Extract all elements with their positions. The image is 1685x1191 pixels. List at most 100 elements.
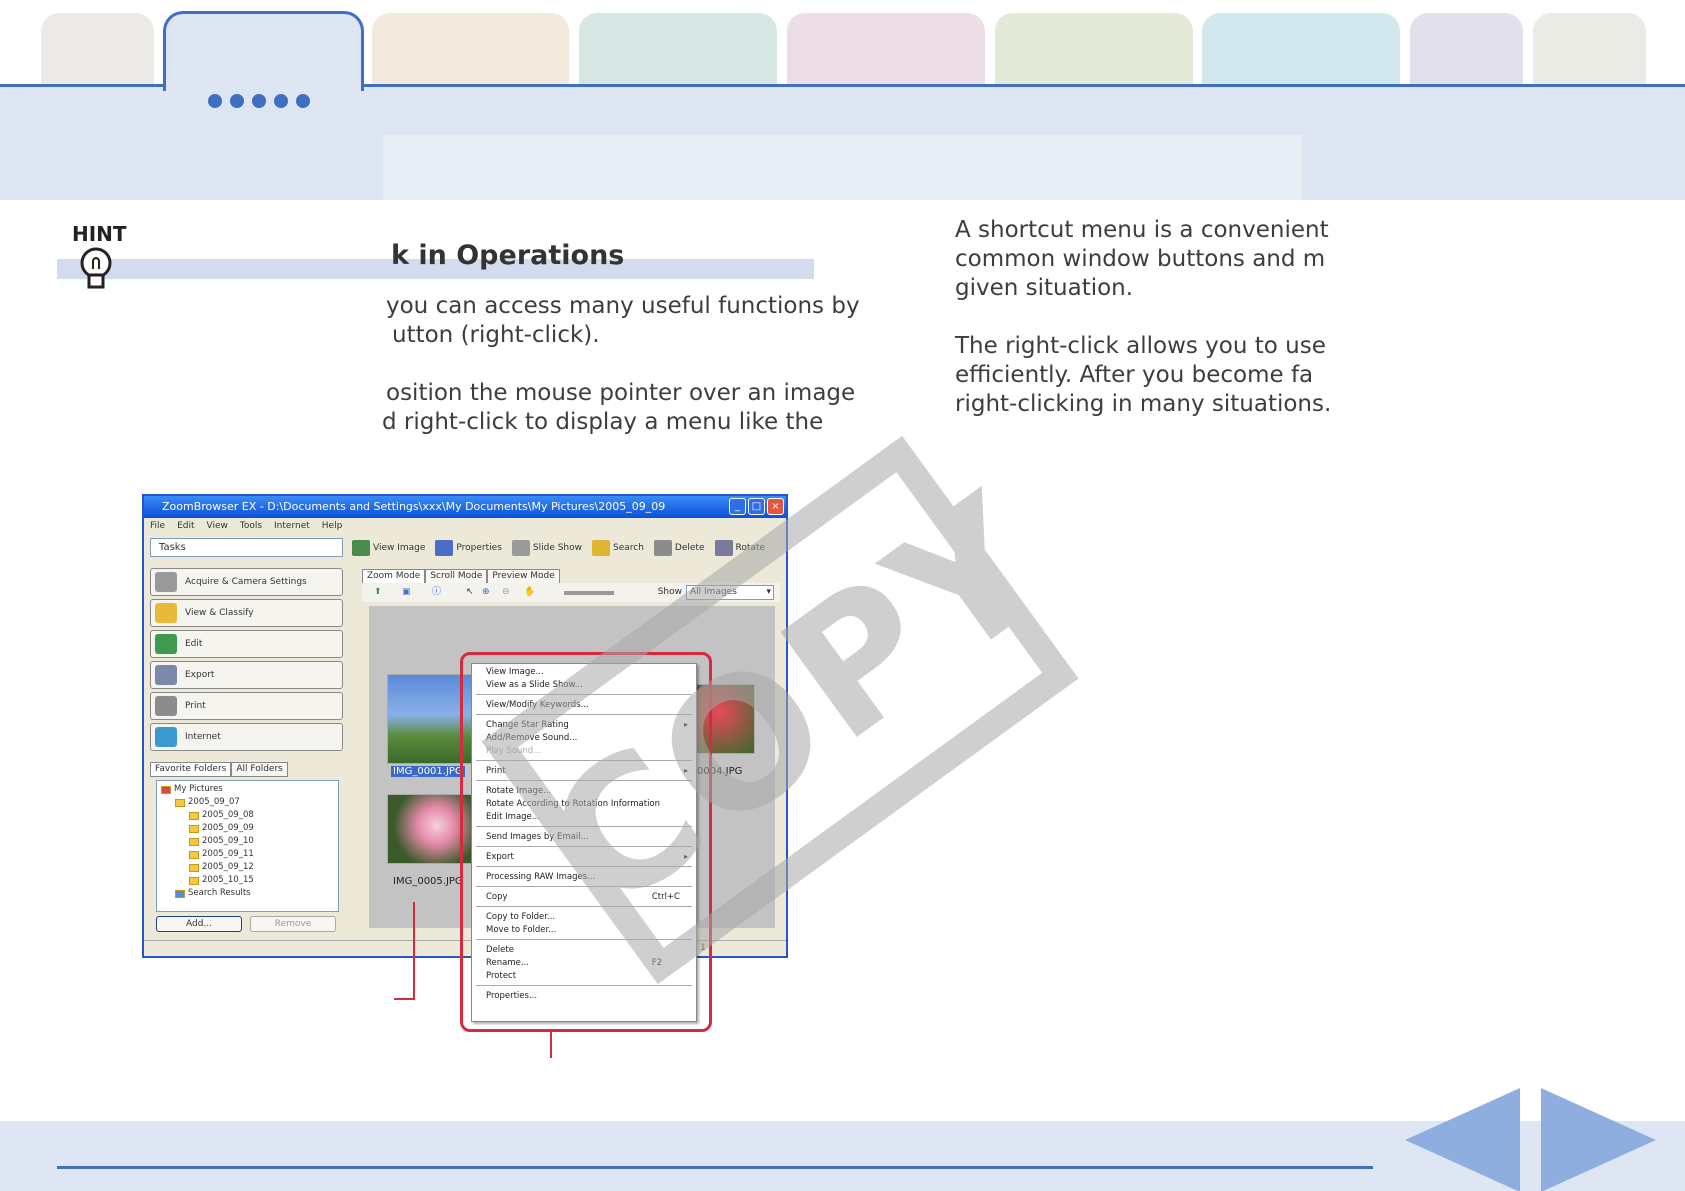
trash-icon xyxy=(653,539,672,556)
tree-item[interactable]: 2005_09_10 xyxy=(161,835,334,848)
export-icon xyxy=(155,665,177,685)
tree-label: 2005_10_15 xyxy=(202,875,254,885)
callout-line xyxy=(413,902,415,1000)
task-internet-button[interactable]: Internet xyxy=(150,723,343,751)
menu-tools[interactable]: Tools xyxy=(240,518,262,534)
previous-page-icon[interactable] xyxy=(1405,1088,1520,1191)
tree-label: 2005_09_09 xyxy=(202,823,254,833)
mode-tabs: Zoom Mode Scroll Mode Preview Mode xyxy=(362,569,560,584)
task-label: View & Classify xyxy=(185,608,254,618)
slide-show-button[interactable]: Slide Show xyxy=(511,536,582,560)
hint-label: HINT xyxy=(72,222,127,246)
tree-item[interactable]: 2005_09_07 xyxy=(161,796,334,809)
maximize-icon[interactable]: □ xyxy=(748,498,765,515)
remove-folder-button[interactable]: Remove xyxy=(250,916,336,932)
menu-edit[interactable]: Edit xyxy=(177,518,194,534)
close-icon[interactable]: × xyxy=(767,498,784,515)
title-area xyxy=(383,135,1302,200)
select-icon[interactable]: ▣ xyxy=(402,583,411,602)
task-label: Export xyxy=(185,670,215,680)
chapter-tab-bar xyxy=(0,0,1685,200)
add-folder-button[interactable]: Add... xyxy=(156,916,242,932)
search-button[interactable]: Search xyxy=(592,536,644,560)
chapter-tab-4[interactable] xyxy=(579,13,777,85)
toolbar-label: View Image xyxy=(373,543,426,553)
task-view-classify-button[interactable]: View & Classify xyxy=(150,599,343,627)
folder-icon xyxy=(175,798,185,807)
chapter-tab-5[interactable] xyxy=(787,13,985,85)
tab-all-folders[interactable]: All Folders xyxy=(231,762,288,777)
callout-line xyxy=(550,1032,552,1058)
properties-button[interactable]: Properties xyxy=(435,536,502,560)
folder-tabs: Favorite Folders All Folders xyxy=(150,762,288,777)
tree-item[interactable]: 2005_10_15 xyxy=(161,874,334,887)
task-print-button[interactable]: Print xyxy=(150,692,343,720)
zoom-slider[interactable] xyxy=(564,591,614,595)
tree-label: 2005_09_10 xyxy=(202,836,254,846)
camera-icon xyxy=(155,572,177,592)
chapter-tab-9[interactable] xyxy=(1533,13,1646,85)
task-export-button[interactable]: Export xyxy=(150,661,343,689)
zoom-in-icon[interactable]: ⊕ xyxy=(482,583,490,602)
tree-item[interactable]: My Pictures xyxy=(161,783,334,796)
tab-scroll-mode[interactable]: Scroll Mode xyxy=(425,569,488,584)
tree-label: 2005_09_08 xyxy=(202,810,254,820)
zoom-out-icon[interactable]: ⊖ xyxy=(502,583,510,602)
body-text-line: you can access many useful functions by xyxy=(386,293,860,319)
delete-button[interactable]: Delete xyxy=(653,536,705,560)
footer-line xyxy=(57,1166,1373,1169)
toolbar-label: Slide Show xyxy=(532,543,582,553)
tasks-selector[interactable]: Tasks xyxy=(150,538,343,557)
search-icon xyxy=(175,889,185,898)
folder-tree: My Pictures 2005_09_07 2005_09_08 2005_0… xyxy=(156,780,339,912)
main-toolbar: View Image Properties Slide Show Search … xyxy=(352,536,765,560)
chapter-tab-7[interactable] xyxy=(1202,13,1400,85)
up-arrow-icon[interactable]: ⬆ xyxy=(374,583,382,602)
chapter-tab-6[interactable] xyxy=(995,13,1193,85)
tree-label: My Pictures xyxy=(174,784,223,794)
chapter-tab-1[interactable] xyxy=(41,13,154,85)
hand-icon[interactable]: ✋ xyxy=(524,583,535,602)
pointer-icon[interactable]: ↖ xyxy=(466,583,474,602)
tree-item[interactable]: 2005_09_12 xyxy=(161,861,334,874)
page-dots xyxy=(208,94,310,108)
chapter-tab-active[interactable] xyxy=(163,11,364,91)
menu-view[interactable]: View xyxy=(207,518,228,534)
slideshow-icon xyxy=(511,539,530,556)
tree-item[interactable]: 2005_09_11 xyxy=(161,848,334,861)
tree-label: 2005_09_11 xyxy=(202,849,254,859)
folder-icon xyxy=(189,824,199,833)
tree-item[interactable]: 2005_09_08 xyxy=(161,809,334,822)
tab-zoom-mode[interactable]: Zoom Mode xyxy=(362,569,426,584)
search-icon xyxy=(592,539,610,556)
tree-item[interactable]: Search Results xyxy=(161,887,334,900)
toolbar-label: Delete xyxy=(674,543,705,553)
tree-label: Search Results xyxy=(188,888,251,898)
task-label: Acquire & Camera Settings xyxy=(185,577,307,587)
chapter-tab-3[interactable] xyxy=(372,13,569,85)
menu-help[interactable]: Help xyxy=(322,518,343,534)
minimize-icon[interactable]: _ xyxy=(729,498,746,515)
task-edit-button[interactable]: Edit xyxy=(150,630,343,658)
body-text-line: utton (right-click). xyxy=(392,322,600,348)
tab-preview-mode[interactable]: Preview Mode xyxy=(487,569,560,584)
globe-icon xyxy=(155,727,177,747)
info-icon[interactable]: ⓘ xyxy=(432,583,441,602)
body-text-line: efficiently. After you become fa xyxy=(955,362,1314,388)
next-page-icon[interactable] xyxy=(1541,1088,1656,1191)
folder-icon xyxy=(189,850,199,859)
menu-internet[interactable]: Internet xyxy=(274,518,310,534)
view-image-button[interactable]: View Image xyxy=(352,536,425,560)
task-label: Edit xyxy=(185,639,203,649)
image-icon xyxy=(352,539,370,556)
tab-favorite-folders[interactable]: Favorite Folders xyxy=(150,762,232,777)
menu-bar: File Edit View Tools Internet Help xyxy=(144,518,786,534)
toolbar-label: Properties xyxy=(456,543,502,553)
tree-item[interactable]: 2005_09_09 xyxy=(161,822,334,835)
chapter-tab-8[interactable] xyxy=(1410,13,1523,85)
properties-icon xyxy=(435,539,454,556)
menu-file[interactable]: File xyxy=(150,518,165,534)
tasks-label: Tasks xyxy=(159,542,186,553)
task-acquire-button[interactable]: Acquire & Camera Settings xyxy=(150,568,343,596)
section-heading: k in Operations xyxy=(391,240,625,271)
